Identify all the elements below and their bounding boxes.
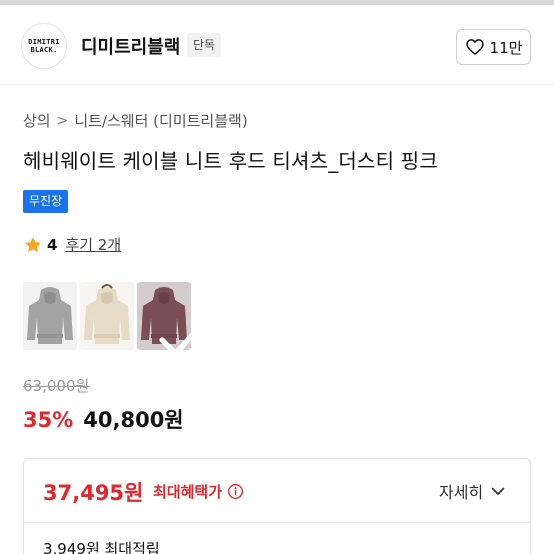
original-price: 63,000원 <box>23 377 90 395</box>
shipping-badge: 무진장 <box>23 190 69 213</box>
color-variant-list <box>23 282 191 350</box>
rating-row: 4 후기 2개 <box>23 234 121 255</box>
info-icon[interactable] <box>227 483 244 500</box>
chevron-down-icon <box>491 487 505 495</box>
variant-thumb-grey[interactable] <box>23 282 77 350</box>
brand-name[interactable]: 디미트리블랙 <box>81 33 180 59</box>
discount-rate: 35% <box>23 408 74 432</box>
grey-hoodie-image <box>23 282 77 350</box>
breadcrumb: 상의 > 니트/스웨터 (디미트리블랙) <box>23 110 248 131</box>
max-benefit-box: 37,495원 최대혜택가 자세히 3,949원 최대적립 <box>23 458 531 554</box>
max-points: 3,949원 최대적립 <box>43 540 160 554</box>
star-icon <box>25 236 41 252</box>
price-row: 35% 40,800원 <box>23 404 184 434</box>
detail-toggle-button[interactable]: 자세히 <box>439 479 505 503</box>
exclusive-badge: 단독 <box>187 33 222 57</box>
chevron-right-icon: > <box>56 112 69 129</box>
brand-logo-line-1: DIMITRI <box>28 38 60 46</box>
max-benefit-label-group[interactable]: 최대혜택가 <box>153 481 244 502</box>
divider <box>24 522 530 523</box>
like-count: 11만 <box>489 38 523 57</box>
detail-toggle-label: 자세히 <box>439 483 484 502</box>
variant-thumb-cream[interactable] <box>80 282 134 350</box>
check-icon <box>159 332 191 350</box>
sale-price: 40,800원 <box>83 408 184 432</box>
brand-logo[interactable]: DIMITRI BLACK. <box>21 23 67 69</box>
cream-hoodie-image <box>80 282 134 350</box>
brand-header: DIMITRI BLACK. 디미트리블랙 단독 11만 <box>0 5 554 85</box>
max-benefit-label: 최대혜택가 <box>153 483 223 501</box>
brand-logo-line-2: BLACK. <box>30 46 58 54</box>
breadcrumb-category[interactable]: 상의 <box>23 110 51 131</box>
variant-thumb-dusty-pink[interactable] <box>137 282 191 350</box>
product-title: 헤비웨이트 케이블 니트 후드 티셔츠_더스티 핑크 <box>23 149 438 173</box>
heart-icon <box>465 39 484 55</box>
max-benefit-price: 37,495원 <box>43 481 144 505</box>
breadcrumb-subcategory[interactable]: 니트/스웨터 (디미트리블랙) <box>74 110 247 131</box>
rating-value: 4 <box>47 235 58 254</box>
review-link[interactable]: 후기 2개 <box>65 234 121 255</box>
like-button[interactable]: 11만 <box>456 29 531 65</box>
